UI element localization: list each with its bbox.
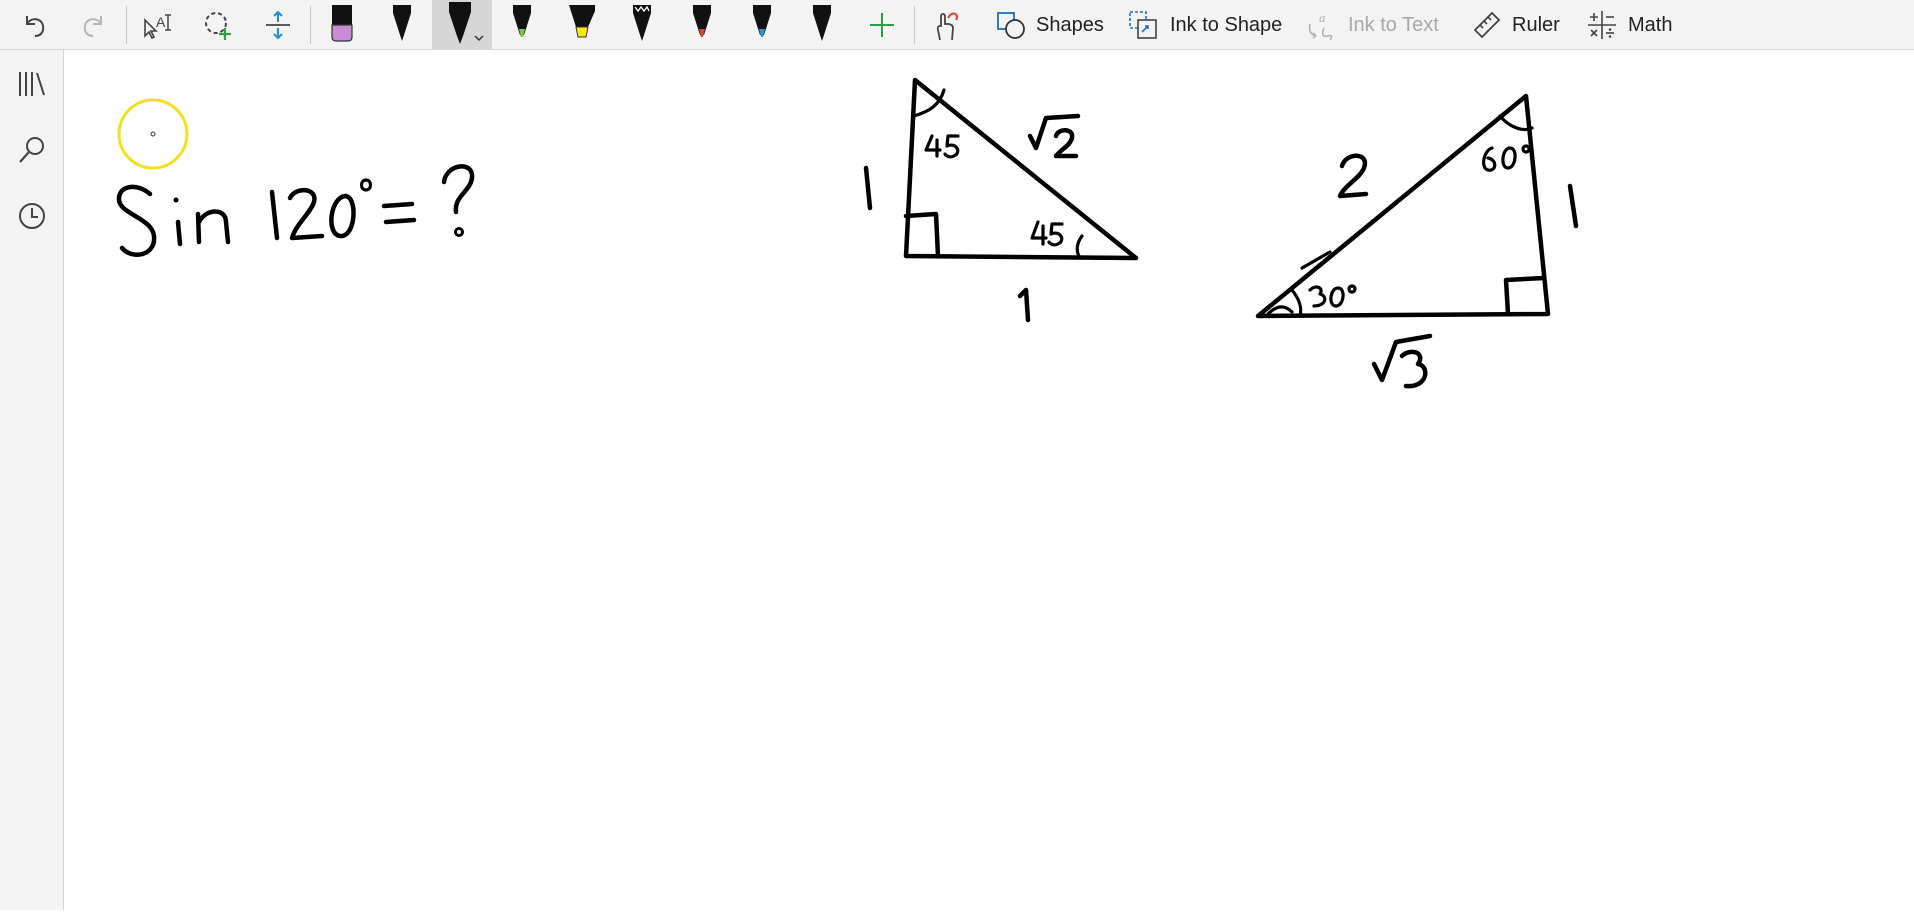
insert-space-icon	[266, 10, 290, 40]
lasso-select-icon	[205, 12, 231, 40]
drawing-canvas[interactable]	[64, 50, 1914, 910]
pen-galaxy-button[interactable]	[622, 0, 662, 50]
lasso-select-button[interactable]	[198, 0, 238, 50]
notebooks-button[interactable]	[0, 56, 64, 112]
pen-red-button[interactable]	[682, 0, 722, 50]
shapes-button[interactable]: Shapes	[990, 0, 1110, 50]
highlighter-icon	[569, 5, 595, 38]
ruler-button[interactable]: Ruler	[1466, 0, 1566, 50]
search-button[interactable]	[0, 122, 64, 178]
handwritten-sin-120-question	[116, 164, 475, 257]
pen-icon	[813, 5, 831, 41]
highlighter-yellow-button[interactable]	[560, 0, 604, 50]
recent-button[interactable]	[0, 188, 64, 244]
ink-to-text-button[interactable]: a Ink to Text	[1300, 0, 1445, 50]
undo-icon	[26, 16, 45, 37]
redo-icon	[83, 16, 102, 37]
shapes-icon	[997, 12, 1025, 39]
notebooks-icon	[19, 72, 45, 96]
add-pen-button[interactable]	[862, 0, 902, 50]
ink-to-text-label: Ink to Text	[1348, 13, 1439, 36]
pen-teal-button[interactable]	[742, 0, 782, 50]
pen-black-1-button[interactable]	[382, 0, 422, 50]
math-icon	[1588, 11, 1616, 39]
pen-icon	[513, 5, 531, 37]
ink-to-text-icon: a	[1308, 10, 1333, 40]
math-button[interactable]: Math	[1580, 0, 1678, 50]
pen-icon	[753, 5, 771, 37]
pen-icon	[693, 5, 711, 37]
ribbon-toolbar: A Shapes Ink to Shape a Ink to Text Rule…	[0, 0, 1914, 50]
triangle-45-45-90	[863, 77, 1139, 323]
ink-layer	[116, 77, 1579, 389]
insert-space-button[interactable]	[258, 0, 298, 50]
toolbar-divider	[310, 6, 311, 44]
triangle-30-60-90	[1255, 93, 1579, 389]
recent-icon	[19, 203, 45, 229]
add-pen-icon	[870, 13, 894, 37]
eraser-icon	[331, 5, 353, 42]
undo-button[interactable]	[14, 0, 54, 50]
toolbar-divider	[126, 6, 127, 44]
pen-icon	[449, 2, 484, 44]
pen-cursor	[117, 98, 189, 170]
shapes-label: Shapes	[1036, 13, 1104, 36]
search-icon	[19, 137, 44, 163]
touch-drawing-icon	[936, 12, 958, 41]
pen-green-button[interactable]	[502, 0, 542, 50]
pen-icon	[633, 5, 651, 41]
ink-select-button[interactable]: A	[138, 0, 178, 50]
math-label: Math	[1628, 13, 1673, 36]
pen-icon	[393, 5, 411, 41]
navigation-sidebar	[0, 50, 64, 910]
pen-black-2-button[interactable]	[802, 0, 842, 50]
redo-button[interactable]	[74, 0, 114, 50]
ruler-label: Ruler	[1512, 13, 1560, 36]
ink-to-shape-icon	[1129, 11, 1157, 39]
pen-black-selected-button[interactable]	[432, 0, 492, 50]
eraser-button[interactable]	[322, 0, 362, 50]
toolbar-divider	[914, 6, 915, 44]
touch-drawing-button[interactable]	[926, 0, 966, 50]
ink-to-shape-label: Ink to Shape	[1170, 13, 1283, 36]
ink-to-shape-button[interactable]: Ink to Shape	[1122, 0, 1288, 50]
ink-select-icon: A	[144, 14, 171, 40]
svg-text:A: A	[156, 14, 166, 30]
svg-text:a: a	[1319, 10, 1326, 25]
ruler-icon	[1473, 11, 1501, 39]
